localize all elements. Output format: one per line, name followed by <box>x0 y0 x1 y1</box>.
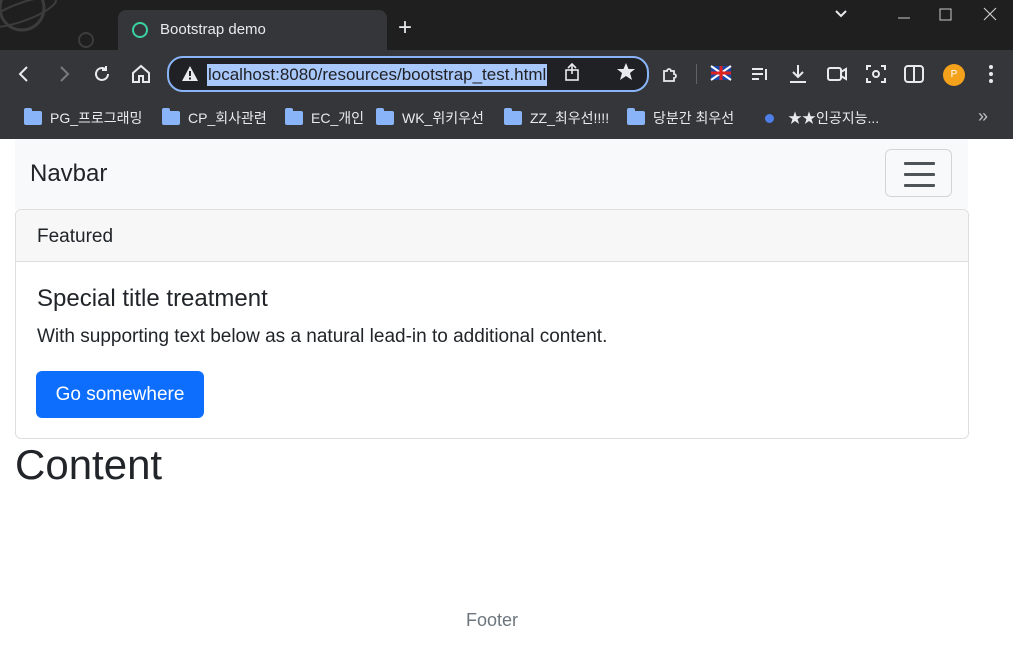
theme-decoration <box>0 0 110 50</box>
folder-icon <box>162 108 180 125</box>
more-bookmarks-chevron-icon[interactable]: » <box>978 106 988 127</box>
folder-icon <box>627 108 645 125</box>
tab-favicon-icon <box>132 22 148 38</box>
folder-icon <box>24 108 42 125</box>
not-secure-warning-icon[interactable] <box>181 65 199 83</box>
bookmark-label: CP_회사관련 <box>188 110 267 126</box>
close-window-icon[interactable] <box>982 6 998 27</box>
hamburger-icon-bar <box>904 184 935 187</box>
menu-kebab-icon[interactable] <box>979 62 1003 86</box>
bookmark-label: 당분간 최우선 <box>653 110 735 126</box>
extensions-icon[interactable] <box>659 62 683 86</box>
forward-icon[interactable] <box>52 62 76 86</box>
bookmark-folder[interactable]: PG_프로그래밍 <box>24 108 142 128</box>
card-header: Featured <box>16 210 968 262</box>
bookmark-folder[interactable]: 당분간 최우선 <box>627 108 734 128</box>
bookmarks-bar: PG_프로그래밍 CP_회사관련 EC_개인 WK_위키우선 ZZ_최우선!!!… <box>0 98 1013 139</box>
bookmark-link[interactable]: ★★인공지능... <box>765 108 879 128</box>
home-icon[interactable] <box>129 62 153 86</box>
tab-search-icon[interactable] <box>833 6 849 27</box>
card-text: With supporting text below as a natural … <box>37 326 608 347</box>
maximize-icon[interactable] <box>938 6 954 27</box>
bookmark-folder[interactable]: EC_개인 <box>285 108 364 128</box>
reload-icon[interactable] <box>90 62 114 86</box>
browser-chrome: Bootstrap demo + localhost:8080/resource… <box>0 0 1013 139</box>
toolbar-separator <box>696 64 697 84</box>
hamburger-icon-bar <box>904 162 935 165</box>
bookmark-star-icon[interactable] <box>617 62 637 87</box>
folder-icon <box>376 108 394 125</box>
navbar-toggler-button[interactable] <box>885 149 952 197</box>
tab-title: Bootstrap demo <box>160 21 266 38</box>
share-icon[interactable] <box>563 62 581 87</box>
site-favicon-icon <box>765 113 774 123</box>
bookmark-folder[interactable]: WK_위키우선 <box>376 108 484 128</box>
bookmark-folder[interactable]: ZZ_최우선!!!! <box>504 108 609 128</box>
folder-icon <box>504 108 522 125</box>
side-panel-icon[interactable] <box>902 62 926 86</box>
navbar-brand[interactable]: Navbar <box>30 160 107 188</box>
title-bar: Bootstrap demo + <box>0 0 1013 50</box>
address-bar[interactable]: localhost:8080/resources/bootstrap_test.… <box>167 56 649 92</box>
new-tab-button[interactable]: + <box>398 16 412 40</box>
back-icon[interactable] <box>12 62 36 86</box>
media-control-icon[interactable] <box>825 62 849 86</box>
screenshot-icon[interactable] <box>864 62 888 86</box>
navbar: Navbar <box>15 139 968 209</box>
card-title: Special title treatment <box>37 285 268 312</box>
minimize-icon[interactable] <box>896 6 912 27</box>
reading-list-icon[interactable] <box>748 62 772 86</box>
bookmark-label: EC_개인 <box>311 110 364 126</box>
bookmark-label: PG_프로그래밍 <box>50 110 143 126</box>
folder-icon <box>285 108 303 125</box>
url-text[interactable]: localhost:8080/resources/bootstrap_test.… <box>207 64 548 86</box>
browser-toolbar: localhost:8080/resources/bootstrap_test.… <box>0 50 1013 98</box>
card-header-text: Featured <box>37 226 114 247</box>
go-somewhere-button[interactable]: Go somewhere <box>36 371 204 418</box>
active-tab[interactable]: Bootstrap demo <box>118 10 387 50</box>
page-footer: Footer <box>465 610 519 630</box>
bookmark-label: WK_위키우선 <box>402 110 484 126</box>
featured-card: Featured Special title treatment With su… <box>15 209 969 439</box>
bookmark-label: ★★인공지능... <box>788 110 880 126</box>
profile-avatar[interactable]: P <box>943 64 965 86</box>
hamburger-icon-bar <box>904 173 935 176</box>
bookmark-folder[interactable]: CP_회사관련 <box>162 108 267 128</box>
content-heading: Content <box>15 441 163 488</box>
translate-flag-icon[interactable] <box>709 62 733 86</box>
bookmark-label: ZZ_최우선!!!! <box>530 110 610 126</box>
download-icon[interactable] <box>786 62 810 86</box>
